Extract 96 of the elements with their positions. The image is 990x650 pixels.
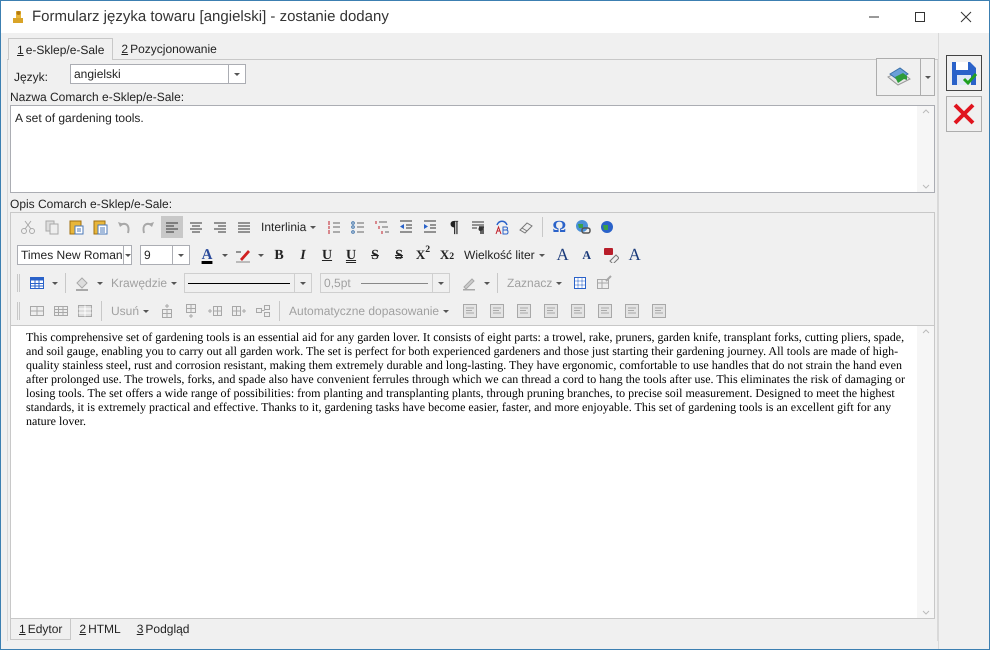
italic-button[interactable]: I bbox=[292, 244, 314, 266]
paragraph-direction-icon bbox=[470, 219, 486, 235]
spellcheck-icon bbox=[494, 219, 510, 235]
font-button[interactable]: A bbox=[624, 244, 646, 266]
size-dropdown[interactable]: 9 bbox=[140, 245, 190, 265]
scroll-up-icon bbox=[922, 108, 930, 115]
caret-icon bbox=[96, 280, 104, 286]
menu-button[interactable]: Interlinia bbox=[257, 216, 322, 238]
tab[interactable]: 1 e-Sklep/e-Sale bbox=[8, 38, 114, 60]
cell-align-icon bbox=[462, 303, 478, 319]
superscript-button[interactable]: X$^{2}$ bbox=[412, 244, 434, 266]
close-icon bbox=[960, 11, 972, 23]
cell-align-icon bbox=[624, 303, 640, 319]
double-underline-button[interactable]: U bbox=[340, 244, 362, 266]
cell-align-icon bbox=[570, 303, 586, 319]
double-strikethrough-button[interactable]: S bbox=[388, 244, 410, 266]
window-title: Formularz języka towaru [angielski] - zostanie dodany bbox=[32, 6, 389, 27]
tab[interactable]: 3 Podgląd bbox=[128, 619, 198, 639]
scroll-up-icon bbox=[922, 328, 930, 335]
globe-link-icon bbox=[575, 219, 592, 235]
menu-button[interactable]: Wielkość liter bbox=[460, 244, 550, 266]
table-icon bbox=[29, 303, 45, 319]
grow-font-button[interactable]: A bbox=[552, 244, 574, 266]
language-dropdown[interactable]: angielski bbox=[70, 64, 246, 84]
paint-bucket-icon bbox=[74, 275, 90, 291]
caret-icon bbox=[437, 280, 446, 286]
line-style-dropdown[interactable] bbox=[184, 273, 312, 293]
font-color-button[interactable]: A bbox=[196, 244, 218, 266]
field-label: Opis Comarch e-Sklep/e-Sale: bbox=[10, 197, 174, 212]
caret-icon bbox=[309, 224, 318, 230]
caret-icon bbox=[221, 252, 229, 258]
insert-column-left-icon bbox=[207, 303, 224, 319]
description-text: This comprehensive set of gardening tools is an essential aid for any garden lover. It consists of eight parts: a trowel, rake, pruners, garden knife, transplant forks, cutting pliers, spade, and soil gauge, enabling you to carry out all garden work. The set is perfect for both experienced gardeners and those just starting their gardening journey. All tools are made of high-quality stainless steel, rust and corrosion resistant, making them extremely durable and long-lasting. They have ergonomic, comfortable to use handles that do not strain the hand even after prolonged use. The trowels, forks, and spade also have convenient ferrules through which we can thread a cord to hang the tools after use. This eliminates the risk of damaging or losing tools. The set offers a wide range of possibilities: from planting and transplanting plants, through pruning branches, to precise soil measurement. Designed to meet the highest standards, it is extremely practical and effective. Thanks to it, gardening tasks have become easier, faster, and more enjoyable. This set of gardening tools is an excellent gift for any nature lover. bbox=[25, 329, 906, 430]
field-label: Język: bbox=[14, 69, 50, 86]
merge-cells-icon bbox=[255, 303, 272, 319]
image-button[interactable] bbox=[876, 58, 935, 96]
toolbar-button[interactable] bbox=[161, 216, 183, 238]
increase-indent-icon bbox=[422, 219, 438, 235]
caret-icon bbox=[924, 74, 932, 80]
cell-align-icon bbox=[651, 303, 668, 319]
subscript-button[interactable]: X$_{2}$ bbox=[436, 244, 458, 266]
globe-icon bbox=[599, 219, 616, 235]
cancel-icon bbox=[951, 101, 977, 127]
cancel-button[interactable] bbox=[946, 96, 982, 132]
bulleted-list-icon bbox=[350, 219, 366, 235]
scissors-icon bbox=[20, 219, 36, 235]
insert-column-right-icon bbox=[231, 303, 248, 319]
clear-format-icon bbox=[602, 247, 619, 263]
caret-icon bbox=[170, 280, 178, 286]
clipboard-icon bbox=[68, 219, 84, 235]
caret-icon bbox=[442, 308, 450, 314]
table-icon bbox=[29, 275, 45, 291]
redo-icon bbox=[140, 219, 156, 235]
caret-icon bbox=[142, 308, 150, 314]
app-icon bbox=[10, 9, 26, 25]
caret-icon bbox=[555, 280, 564, 286]
undo-icon bbox=[116, 219, 132, 235]
caret-icon bbox=[483, 280, 492, 286]
caret-icon bbox=[233, 71, 241, 77]
cell-align-icon bbox=[489, 303, 506, 319]
highlighter-icon bbox=[235, 247, 251, 263]
pilcrow-button[interactable]: ¶ bbox=[443, 216, 466, 238]
caret-icon bbox=[299, 280, 308, 286]
multilevel-list-icon bbox=[374, 219, 390, 235]
clipboard-icon bbox=[92, 219, 108, 235]
table-grid-icon bbox=[572, 275, 588, 291]
caret-icon bbox=[538, 252, 546, 258]
field-label: Nazwa Comarch e-Sklep/e-Sale: bbox=[10, 90, 186, 105]
strikethrough-button[interactable]: S bbox=[364, 244, 386, 266]
caret-icon bbox=[257, 252, 265, 258]
table-icon bbox=[53, 303, 69, 319]
font-dropdown[interactable]: Times New Roman bbox=[17, 245, 132, 265]
cell-align-icon bbox=[516, 303, 532, 319]
tab[interactable]: 2 HTML bbox=[71, 619, 129, 639]
scroll-down-icon bbox=[922, 609, 930, 616]
table-properties-icon bbox=[596, 275, 612, 291]
tab[interactable]: 1 Edytor bbox=[10, 619, 72, 640]
underline-button[interactable]: U bbox=[316, 244, 338, 266]
caret-icon bbox=[124, 252, 132, 258]
table-icon bbox=[77, 303, 93, 319]
omega-button[interactable]: Ω bbox=[548, 216, 570, 238]
cell-align-icon bbox=[597, 303, 614, 319]
cell-align-icon bbox=[543, 303, 560, 319]
save-button[interactable] bbox=[946, 55, 982, 91]
editor-area[interactable] bbox=[11, 325, 934, 618]
decrease-indent-icon bbox=[398, 219, 414, 235]
shrink-font-button[interactable]: A bbox=[576, 244, 598, 266]
caret-icon bbox=[177, 252, 185, 258]
maximize-icon bbox=[914, 11, 926, 23]
caret-icon bbox=[51, 280, 59, 286]
tab[interactable]: 2 Pozycjonowanie bbox=[113, 39, 225, 59]
scroll-down-icon bbox=[922, 183, 930, 190]
copy-icon bbox=[44, 219, 60, 235]
name-field[interactable]: A set of gardening tools. bbox=[10, 105, 935, 193]
numbered-list-icon bbox=[326, 219, 342, 235]
bold-button[interactable]: B bbox=[268, 244, 290, 266]
